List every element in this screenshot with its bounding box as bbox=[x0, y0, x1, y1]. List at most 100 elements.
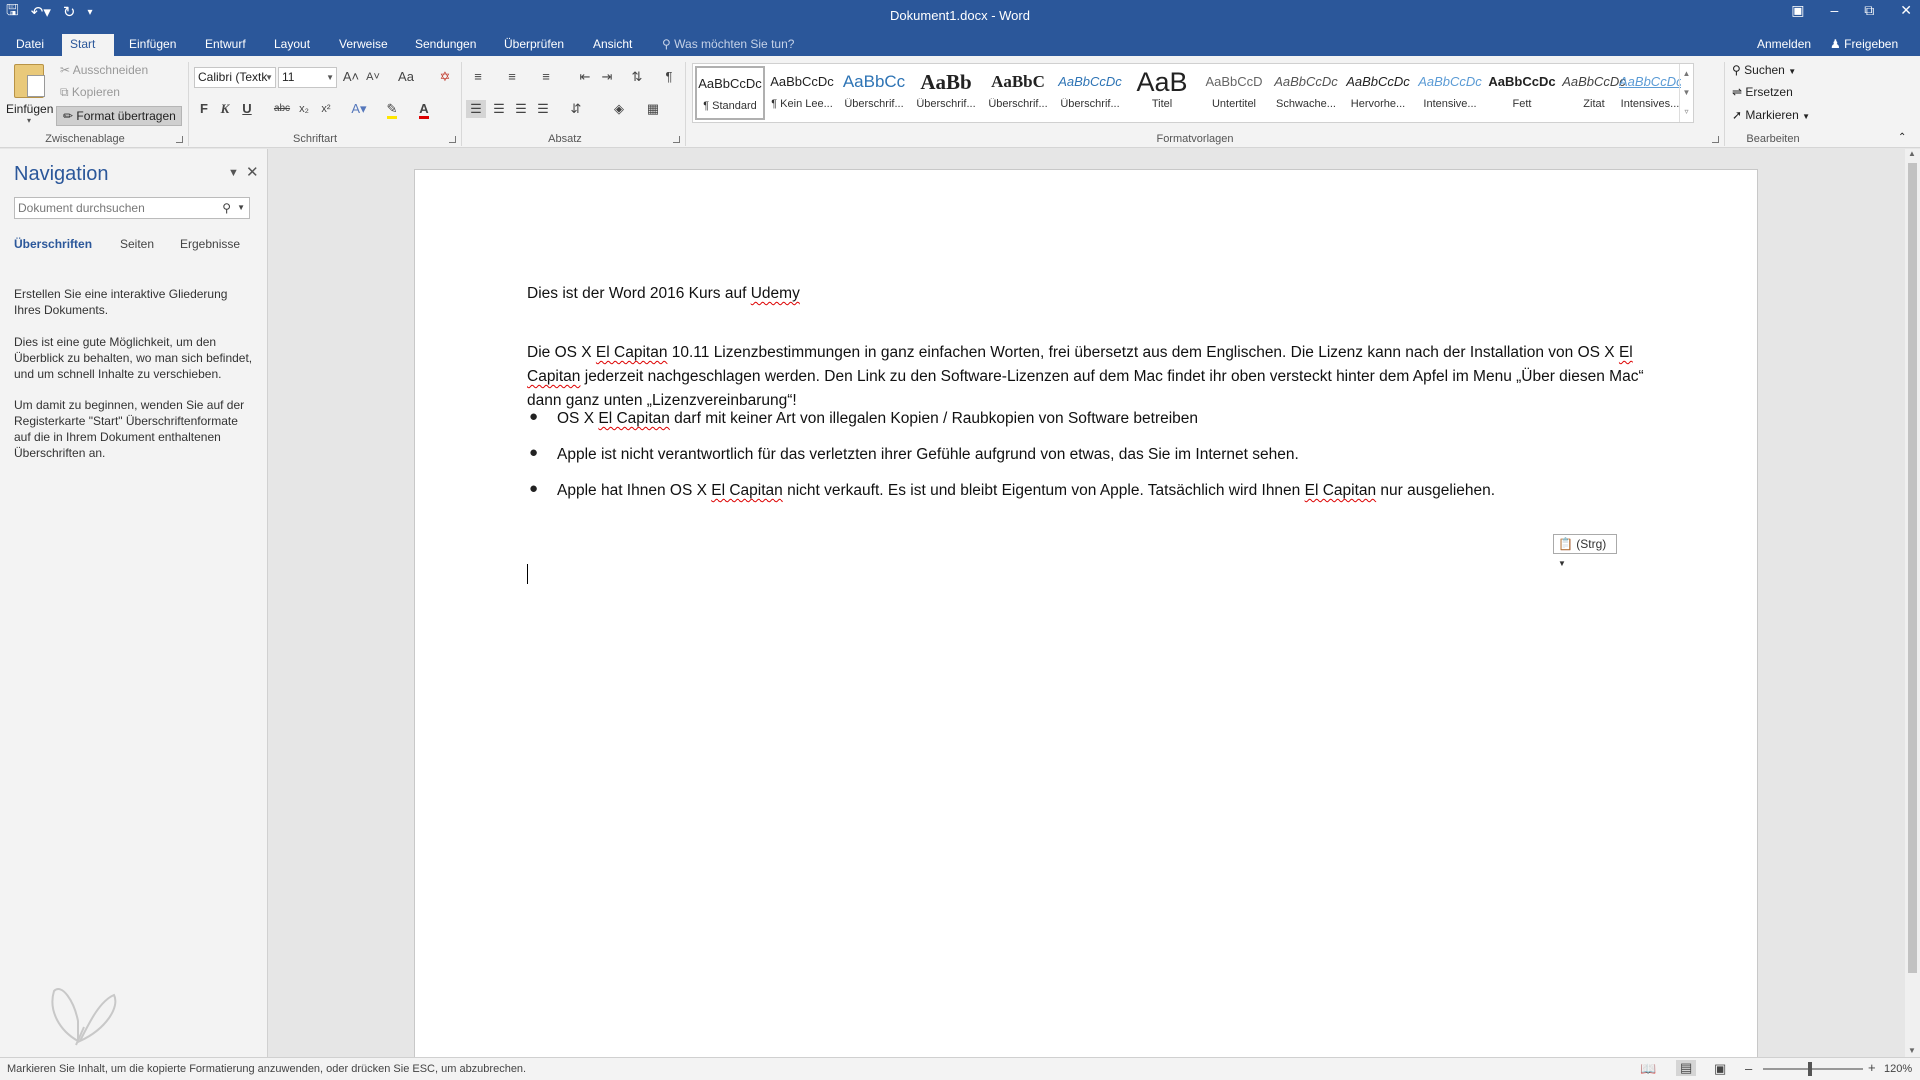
chevron-down-icon[interactable]: ▼ bbox=[1908, 1046, 1916, 1055]
share-button[interactable]: ♟ Freigeben bbox=[1830, 37, 1898, 51]
vertical-scrollbar[interactable]: ▲ ▼ bbox=[1905, 149, 1920, 1057]
nav-tab-pages[interactable]: Seiten bbox=[120, 237, 154, 251]
style-standard[interactable]: AaBbCcDc ¶ Standard bbox=[695, 66, 765, 120]
more-styles-icon[interactable]: ▿ bbox=[1680, 102, 1693, 121]
list-item[interactable]: Apple ist nicht verantwortlich für das v… bbox=[557, 443, 1657, 467]
clipboard-launcher-icon[interactable] bbox=[176, 136, 183, 143]
nav-tab-results[interactable]: Ergebnisse bbox=[180, 237, 240, 251]
increase-indent-icon[interactable]: ⇥ bbox=[598, 68, 616, 86]
collapse-ribbon-icon[interactable]: ⌃ bbox=[1898, 132, 1906, 143]
bold-button[interactable]: F bbox=[197, 100, 211, 118]
change-case-icon[interactable]: Aa bbox=[392, 68, 420, 86]
superscript-button[interactable]: x² bbox=[318, 100, 334, 118]
restore-icon[interactable]: ⧉ bbox=[1864, 2, 1874, 19]
style-subtitle[interactable]: AaBbCcD Untertitel bbox=[1199, 66, 1269, 120]
navigation-search-input[interactable]: Dokument durchsuchen ⚲ ▼ bbox=[14, 197, 250, 219]
align-center-icon[interactable]: ☰ bbox=[489, 100, 509, 118]
style-heading-1[interactable]: AaBbCc Überschrif... bbox=[839, 66, 909, 120]
font-name-combo[interactable]: Calibri (Textk ▼ bbox=[194, 67, 276, 88]
style-subtle-emphasis[interactable]: AaBbCcDc Schwache... bbox=[1271, 66, 1341, 120]
strikethrough-button[interactable]: abc bbox=[272, 100, 292, 118]
tab-start[interactable]: Start bbox=[62, 34, 114, 56]
tab-verweise[interactable]: Verweise bbox=[331, 34, 396, 56]
pane-options-icon[interactable]: ▼ bbox=[228, 167, 239, 179]
close-icon[interactable]: ✕ bbox=[1900, 2, 1912, 19]
justify-icon[interactable]: ☰ bbox=[533, 100, 553, 118]
line-spacing-icon[interactable]: ⇵ bbox=[563, 100, 589, 118]
format-painter-button[interactable]: ✏ Format übertragen bbox=[56, 106, 182, 126]
select-button[interactable]: ➚ Markieren ▼ bbox=[1732, 108, 1810, 122]
read-mode-icon[interactable]: 📖 bbox=[1640, 1061, 1656, 1077]
align-left-icon[interactable]: ☰ bbox=[466, 100, 486, 118]
doc-paragraph[interactable]: Die OS X El Capitan 10.11 Lizenzbestimmu… bbox=[527, 341, 1657, 413]
tab-entwurf[interactable]: Entwurf bbox=[197, 34, 254, 56]
style-strong[interactable]: AaBbCcDc Fett bbox=[1487, 66, 1557, 120]
zoom-in-icon[interactable]: + bbox=[1868, 1060, 1876, 1075]
zoom-level[interactable]: 120% bbox=[1884, 1063, 1912, 1075]
font-size-combo[interactable]: 11 ▼ bbox=[278, 67, 337, 88]
tab-datei[interactable]: Datei bbox=[8, 34, 52, 56]
ribbon-display-icon[interactable]: ▣ bbox=[1791, 2, 1804, 19]
paragraph-launcher-icon[interactable] bbox=[673, 136, 680, 143]
style-heading-2[interactable]: AaBb Überschrif... bbox=[911, 66, 981, 120]
underline-button[interactable]: U bbox=[240, 100, 254, 118]
style-kein-leerraum[interactable]: AaBbCcDc ¶ Kein Lee... bbox=[767, 66, 837, 120]
tab-einfuegen[interactable]: Einfügen bbox=[121, 34, 184, 56]
find-button[interactable]: ⚲ Suchen ▼ bbox=[1732, 63, 1796, 77]
doc-heading-line[interactable]: Dies ist der Word 2016 Kurs auf Udemy bbox=[527, 282, 1657, 306]
tab-sendungen[interactable]: Sendungen bbox=[407, 34, 484, 56]
style-heading-3[interactable]: AaBbC Überschrif... bbox=[983, 66, 1053, 120]
chevron-up-icon[interactable]: ▲ bbox=[1680, 64, 1693, 83]
style-intense-quote[interactable]: AaBbCcDc Intensives... bbox=[1619, 66, 1681, 120]
zoom-slider[interactable] bbox=[1763, 1068, 1863, 1070]
grow-font-icon[interactable]: A˄ bbox=[342, 68, 360, 86]
document-page[interactable]: Dies ist der Word 2016 Kurs auf Udemy Di… bbox=[414, 169, 1758, 1057]
sort-icon[interactable]: ⇅ bbox=[628, 68, 646, 86]
tell-me-box[interactable]: ⚲ Was möchten Sie tun? bbox=[662, 37, 794, 51]
decrease-indent-icon[interactable]: ⇤ bbox=[576, 68, 594, 86]
numbering-icon[interactable]: ≡ bbox=[500, 68, 524, 86]
close-icon[interactable]: ✕ bbox=[246, 163, 259, 181]
multilevel-list-icon[interactable]: ≡ bbox=[534, 68, 558, 86]
search-icon[interactable]: ⚲ bbox=[222, 198, 231, 218]
tab-ueberpruefen[interactable]: Überprüfen bbox=[496, 34, 572, 56]
gallery-scroll[interactable]: ▲ ▼ ▿ bbox=[1679, 64, 1693, 122]
list-item[interactable]: Apple hat Ihnen OS X El Capitan nicht ve… bbox=[557, 479, 1657, 503]
styles-launcher-icon[interactable] bbox=[1712, 136, 1719, 143]
paste-button[interactable]: Einfügen ▾ bbox=[6, 64, 53, 128]
print-layout-icon[interactable]: ▤ bbox=[1676, 1060, 1697, 1076]
chevron-down-icon[interactable]: ▼ bbox=[1680, 83, 1693, 102]
borders-icon[interactable]: ▦ bbox=[640, 100, 666, 118]
cut-button[interactable]: ✂ Ausschneiden bbox=[60, 63, 148, 77]
style-title[interactable]: AaB Titel bbox=[1127, 66, 1197, 120]
style-emphasis[interactable]: AaBbCcDc Hervorhe... bbox=[1343, 66, 1413, 120]
zoom-slider-knob[interactable] bbox=[1808, 1062, 1812, 1076]
font-color-icon[interactable]: A bbox=[412, 100, 436, 119]
highlight-icon[interactable]: ✎ bbox=[380, 100, 404, 119]
style-heading-4[interactable]: AaBbCcDc Überschrif... bbox=[1055, 66, 1125, 120]
paste-options-button[interactable]: 📋 (Strg) ▼ bbox=[1553, 534, 1617, 568]
italic-button[interactable]: K bbox=[218, 100, 232, 118]
pilcrow-icon[interactable]: ¶ bbox=[660, 68, 678, 86]
clear-formatting-icon[interactable]: ✡ bbox=[436, 68, 454, 86]
copy-button[interactable]: ⧉ Kopieren bbox=[60, 85, 120, 100]
subscript-button[interactable]: x₂ bbox=[296, 100, 312, 118]
replace-button[interactable]: ⇌ Ersetzen bbox=[1732, 85, 1793, 99]
minimize-icon[interactable]: – bbox=[1830, 2, 1838, 19]
shrink-font-icon[interactable]: A˅ bbox=[364, 68, 382, 86]
shading-icon[interactable]: ◈ bbox=[606, 100, 632, 118]
font-launcher-icon[interactable] bbox=[449, 136, 456, 143]
web-layout-icon[interactable]: ▣ bbox=[1714, 1061, 1726, 1077]
chevron-up-icon[interactable]: ▲ bbox=[1908, 149, 1916, 158]
list-item[interactable]: OS X El Capitan darf mit keiner Art von … bbox=[557, 407, 1657, 431]
tab-ansicht[interactable]: Ansicht bbox=[585, 34, 640, 56]
align-right-icon[interactable]: ☰ bbox=[511, 100, 531, 118]
bullets-icon[interactable]: ≡ bbox=[466, 68, 490, 86]
tab-layout[interactable]: Layout bbox=[266, 34, 318, 56]
nav-tab-headings[interactable]: Überschriften bbox=[14, 237, 92, 251]
scrollbar-thumb[interactable] bbox=[1908, 163, 1917, 973]
signin-link[interactable]: Anmelden bbox=[1757, 37, 1811, 51]
chevron-down-icon[interactable]: ▼ bbox=[237, 198, 245, 218]
style-intense-emphasis[interactable]: AaBbCcDc Intensive... bbox=[1415, 66, 1485, 120]
text-effects-icon[interactable]: A▾ bbox=[348, 100, 370, 118]
